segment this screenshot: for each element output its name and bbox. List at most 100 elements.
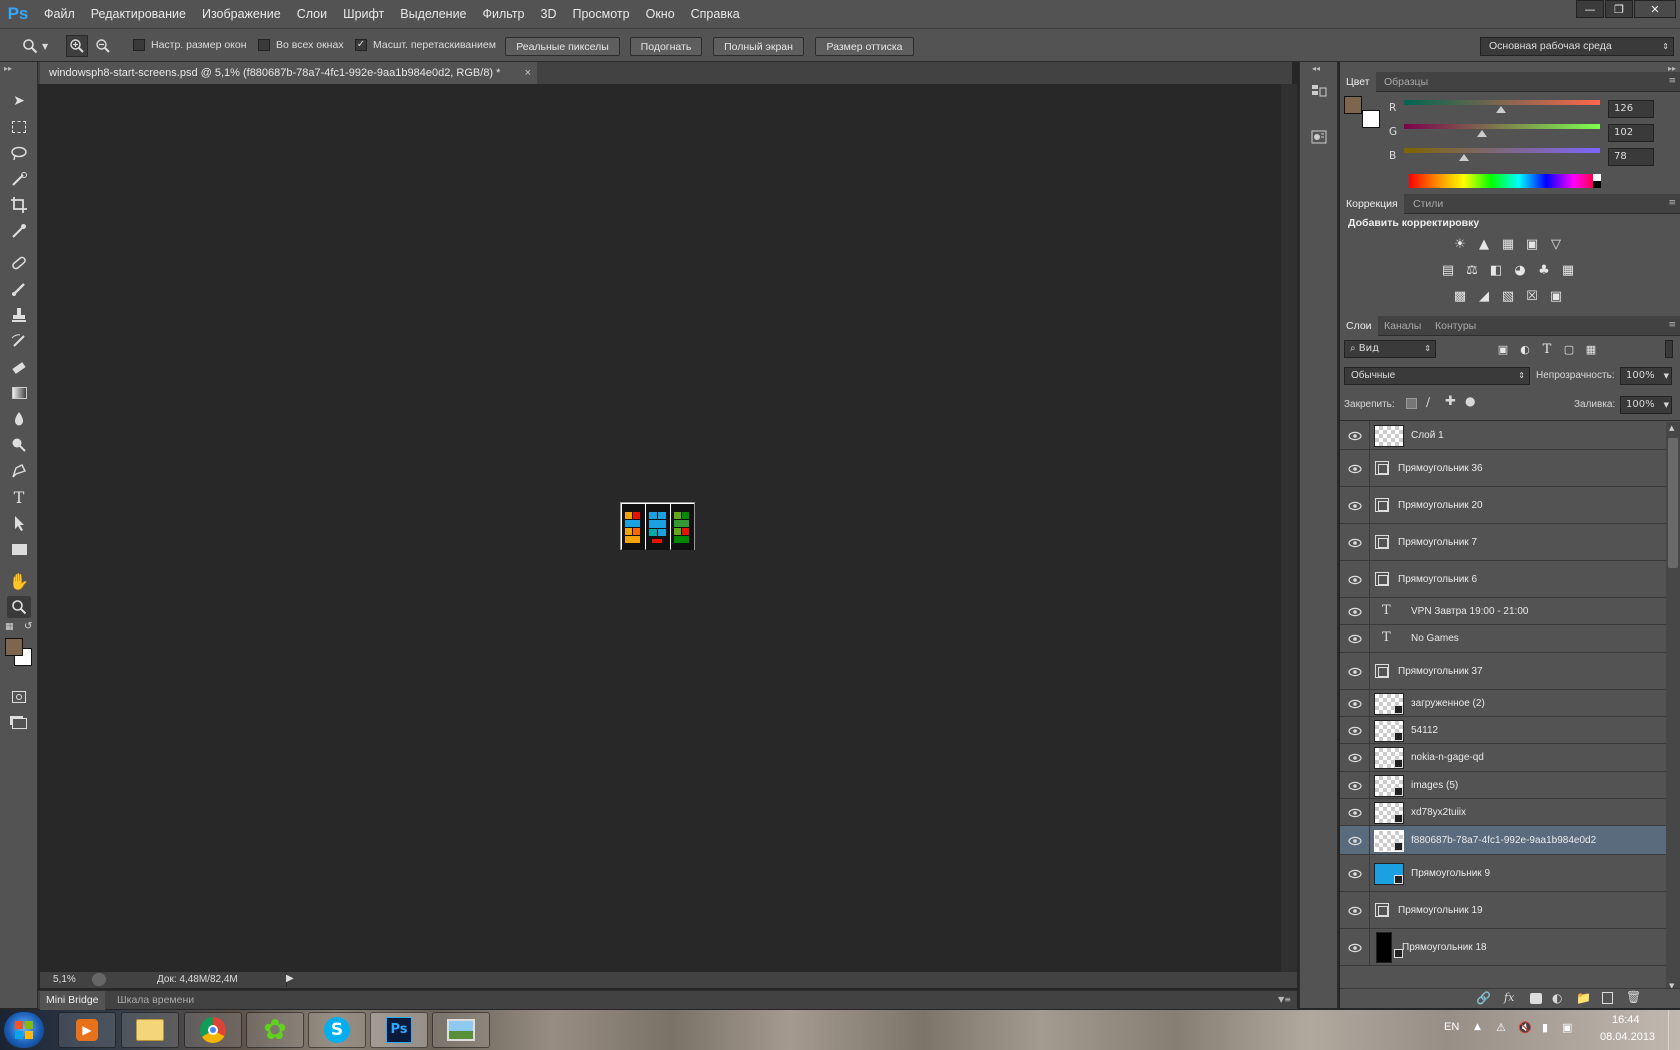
- collapse-toolbox-icon[interactable]: ▸▸: [4, 64, 12, 73]
- gradient-tool[interactable]: [7, 382, 31, 404]
- input-language[interactable]: EN: [1444, 1021, 1459, 1033]
- brush-tool[interactable]: [7, 278, 31, 300]
- taskbar-skype[interactable]: S: [308, 1012, 366, 1048]
- actual-pixels-button[interactable]: Реальные пикселы: [505, 37, 620, 56]
- visibility-toggle[interactable]: [1340, 598, 1370, 624]
- invert-icon[interactable]: ▩: [1451, 288, 1469, 304]
- add-mask-icon[interactable]: [1530, 993, 1542, 1004]
- menu-window[interactable]: Окно: [638, 7, 683, 21]
- menu-help[interactable]: Справка: [683, 7, 748, 21]
- crop-tool[interactable]: [7, 194, 31, 216]
- tab-adjustments[interactable]: Коррекция: [1340, 194, 1404, 214]
- photo-filter-icon[interactable]: ◕: [1511, 262, 1529, 278]
- blue-value[interactable]: 78: [1608, 148, 1654, 166]
- taskbar-icq[interactable]: ✿: [246, 1012, 304, 1048]
- restore-button[interactable]: ❐: [1605, 0, 1633, 18]
- black-white-icon[interactable]: ◧: [1487, 262, 1505, 278]
- start-button[interactable]: [4, 1012, 44, 1048]
- history-panel-button[interactable]: [1309, 82, 1331, 102]
- opacity-input[interactable]: 100% ▼: [1620, 367, 1672, 385]
- menu-3d[interactable]: 3D: [533, 7, 565, 21]
- green-slider-thumb[interactable]: [1477, 130, 1488, 137]
- filter-toggle-switch[interactable]: [1665, 340, 1673, 358]
- menu-file[interactable]: Файл: [36, 7, 83, 21]
- layer-row[interactable]: images (5): [1340, 772, 1666, 799]
- close-window-button[interactable]: ✕: [1634, 0, 1676, 18]
- zoom-tool[interactable]: [7, 596, 31, 618]
- menu-type[interactable]: Шрифт: [335, 7, 392, 21]
- color-fg-swatch[interactable]: [1344, 96, 1362, 114]
- tab-layers[interactable]: Слои: [1340, 316, 1378, 336]
- history-brush-tool[interactable]: [7, 330, 31, 352]
- taskbar-media-player[interactable]: ▶: [58, 1012, 116, 1048]
- tab-swatches[interactable]: Образцы: [1378, 72, 1434, 92]
- tab-styles[interactable]: Стили: [1407, 194, 1449, 214]
- marquee-tool[interactable]: [7, 116, 31, 138]
- show-desktop-button[interactable]: [1668, 1010, 1680, 1050]
- layer-row[interactable]: Прямоугольник 6: [1340, 561, 1666, 598]
- all-windows-checkbox[interactable]: Во всех окнах: [258, 39, 344, 51]
- workspace-switcher[interactable]: Основная рабочая среда ⇕: [1480, 37, 1674, 56]
- rectangle-tool[interactable]: [7, 538, 31, 560]
- layers-scrollbar[interactable]: ▲ ▼: [1666, 422, 1680, 992]
- network-warning-icon[interactable]: ⚠: [1496, 1021, 1506, 1034]
- layer-row[interactable]: f880687b-78a7-4fc1-992e-9aa1b984e0d2: [1340, 826, 1666, 855]
- zoom-level[interactable]: 5,1%: [53, 974, 76, 985]
- tab-mini-bridge[interactable]: Mini Bridge: [40, 991, 105, 1010]
- tool-preset-picker[interactable]: ▼: [22, 37, 56, 55]
- lock-transparency-icon[interactable]: [1406, 398, 1417, 409]
- filter-adjustment-icon[interactable]: ◐: [1516, 341, 1534, 357]
- blue-slider-thumb[interactable]: [1458, 154, 1469, 161]
- threshold-icon[interactable]: ▧: [1499, 288, 1517, 304]
- panel-menu-icon[interactable]: ▼≡: [1278, 995, 1291, 1004]
- visibility-toggle[interactable]: [1340, 929, 1370, 965]
- color-lookup-icon[interactable]: ▦: [1559, 262, 1577, 278]
- red-value[interactable]: 126: [1608, 100, 1654, 118]
- type-tool[interactable]: T: [7, 486, 31, 508]
- posterize-icon[interactable]: ◢: [1475, 288, 1493, 304]
- hue-saturation-icon[interactable]: ▤: [1439, 262, 1457, 278]
- minimize-button[interactable]: —: [1576, 0, 1604, 18]
- volume-muted-icon[interactable]: 🔇: [1518, 1021, 1532, 1034]
- layer-row[interactable]: Прямоугольник 20: [1340, 487, 1666, 524]
- dodge-tool[interactable]: [7, 434, 31, 456]
- lock-position-icon[interactable]: ✚: [1445, 394, 1456, 409]
- color-bg-swatch[interactable]: [1362, 110, 1380, 128]
- white-swatch[interactable]: [1593, 174, 1601, 181]
- tab-timeline[interactable]: Шкала времени: [111, 991, 200, 1010]
- visibility-toggle[interactable]: [1340, 653, 1370, 689]
- layer-row[interactable]: T No Games: [1340, 625, 1666, 653]
- path-selection-tool[interactable]: [7, 512, 31, 534]
- taskbar-chrome[interactable]: [184, 1012, 242, 1048]
- color-spectrum-ramp[interactable]: [1409, 174, 1601, 188]
- color-balance-icon[interactable]: ⚖: [1463, 262, 1481, 278]
- layer-row[interactable]: Прямоугольник 7: [1340, 524, 1666, 561]
- taskbar-explorer[interactable]: [121, 1012, 179, 1048]
- visibility-toggle[interactable]: [1340, 561, 1370, 597]
- swap-colors-icon[interactable]: ↺: [24, 621, 32, 632]
- lasso-tool[interactable]: [7, 142, 31, 164]
- red-slider-thumb[interactable]: [1495, 106, 1506, 113]
- layer-row[interactable]: загруженное (2): [1340, 690, 1666, 717]
- signal-icon[interactable]: ▮: [1542, 1021, 1548, 1034]
- green-value[interactable]: 102: [1608, 124, 1654, 142]
- document-tab[interactable]: windowsph8-start-screens.psd @ 5,1% (f88…: [40, 62, 537, 84]
- resize-windows-checkbox[interactable]: Настр. размер окон: [133, 39, 247, 51]
- new-group-icon[interactable]: 📁: [1576, 991, 1591, 1005]
- pen-tool[interactable]: [7, 460, 31, 482]
- tray-app-icon[interactable]: ▣: [1562, 1021, 1572, 1034]
- foreground-color-swatch-front[interactable]: [5, 638, 23, 656]
- channel-mixer-icon[interactable]: ♣: [1535, 262, 1553, 278]
- healing-brush-tool[interactable]: [7, 252, 31, 274]
- blend-mode-select[interactable]: Обычные ⇕: [1344, 367, 1530, 385]
- visibility-toggle[interactable]: [1340, 717, 1370, 743]
- show-hidden-icons-icon[interactable]: ▲: [1474, 1022, 1481, 1032]
- menu-layers[interactable]: Слои: [289, 7, 335, 21]
- zoom-in-mode-button[interactable]: [66, 35, 88, 57]
- visibility-toggle[interactable]: [1340, 744, 1370, 771]
- status-menu-arrow-icon[interactable]: ▶: [286, 973, 294, 984]
- screen-mode-button[interactable]: [7, 712, 31, 734]
- fill-input[interactable]: 100% ▼: [1620, 396, 1672, 414]
- taskbar-photo-viewer[interactable]: [432, 1012, 490, 1048]
- red-slider[interactable]: [1404, 100, 1600, 113]
